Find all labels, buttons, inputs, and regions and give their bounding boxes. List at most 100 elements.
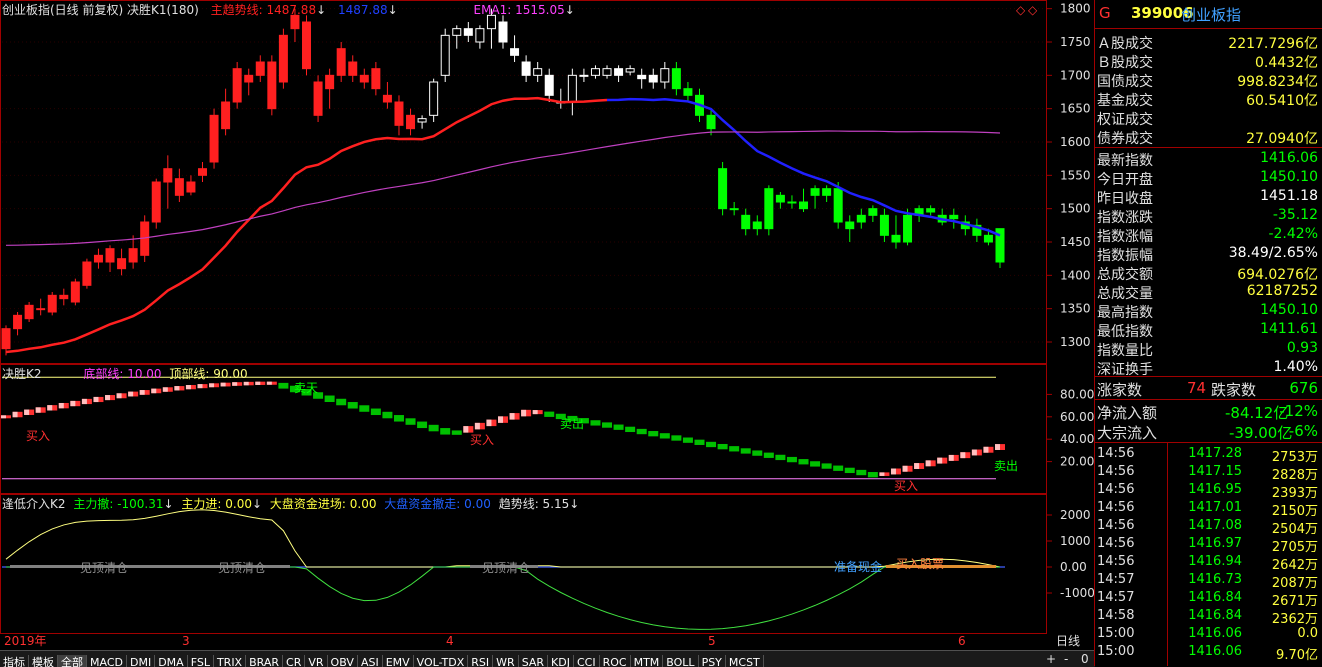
period-label[interactable]: 日线 <box>1056 634 1080 648</box>
k3-title: 逢低介入K2 <box>2 497 66 511</box>
candle-body <box>567 74 577 103</box>
tab-fsl[interactable]: FSL <box>188 655 214 667</box>
quote-value: 1411.61 <box>1260 321 1318 337</box>
quote-row: 债券成交 27.0940亿 <box>1095 127 1322 147</box>
tick-price: 1417.08 <box>1188 518 1242 533</box>
candle-body <box>475 28 485 43</box>
k2-bar-highlight <box>47 405 53 411</box>
tab-kdj[interactable]: KDJ <box>548 655 574 667</box>
k2-bar <box>740 448 751 454</box>
tab-sar[interactable]: SAR <box>519 655 549 667</box>
breadth-row: 涨家数 74 跌家数 676 <box>1095 378 1322 399</box>
tab-asi[interactable]: ASI <box>358 655 383 667</box>
candle-body <box>394 101 404 126</box>
candle-body <box>741 214 751 230</box>
quote-value: 2217.7296亿 <box>1228 36 1318 52</box>
quote-value: 0.93 <box>1286 340 1318 356</box>
x-axis-month-3: 3 <box>182 634 190 648</box>
candle-body <box>325 74 335 90</box>
zoom-out-button[interactable]: - <box>1064 652 1068 666</box>
y-tick-label: 1300 <box>1060 335 1091 349</box>
k2-bar <box>324 395 335 403</box>
k2-bar <box>752 450 763 456</box>
tab-trix[interactable]: TRIX <box>214 655 247 667</box>
k2-bar-highlight <box>890 468 896 475</box>
quote-label: 最低指数 <box>1097 324 1153 340</box>
k2-bar-highlight <box>24 409 30 415</box>
divider <box>1095 399 1322 400</box>
candle-body <box>660 68 670 83</box>
tab-macd[interactable]: MACD <box>87 655 127 667</box>
tab-dma[interactable]: DMA <box>155 655 188 667</box>
candle-body <box>117 258 127 270</box>
tab-vol-tdx[interactable]: VOL-TDX <box>414 655 469 667</box>
k2-bar-highlight <box>521 409 527 417</box>
tab-cci[interactable]: CCI <box>574 655 600 667</box>
quote-value: 1450.10 <box>1260 302 1318 318</box>
tab-brar[interactable]: BRAR <box>246 655 284 667</box>
diamond-icon[interactable]: ◇ <box>1028 3 1037 17</box>
candle-body <box>452 28 462 36</box>
quote-value: -2.42% <box>1268 226 1318 242</box>
tab-mcst[interactable]: MCST <box>726 655 764 667</box>
k2-bar-highlight <box>232 382 238 386</box>
k2-bar <box>867 472 878 478</box>
candle-body <box>775 194 785 203</box>
chart-canvas[interactable]: 1800 1750 1700 1650 1600 1550 1500 1450 1400 1350… <box>0 0 1095 650</box>
quote-value: 694.0276亿 <box>1237 267 1318 283</box>
k2-bar <box>821 463 832 469</box>
tab-emv[interactable]: EMV <box>383 655 414 667</box>
quote-row: Ａ股成交 2217.7296亿 <box>1095 32 1322 52</box>
k2-marker: 卖出 <box>560 417 584 431</box>
x-axis-month-5: 5 <box>708 634 716 648</box>
diamond-icon[interactable]: ◇ <box>1016 3 1025 17</box>
quote-row: 昨日收盘 1451.18 <box>1095 187 1322 207</box>
candle-body <box>926 208 936 213</box>
tab-boll[interactable]: BOLL <box>663 655 699 667</box>
quote-row: 最高指数 1450.10 <box>1095 301 1322 321</box>
tab-dmi[interactable]: DMI <box>127 655 156 667</box>
tab-roc[interactable]: ROC <box>600 655 631 667</box>
k2-bar-highlight <box>948 454 954 461</box>
tick-price: 1416.06 <box>1188 626 1242 641</box>
candle-body <box>174 178 184 196</box>
main-chart-header: 创业板指(日线 前复权) 决胜K1(180) 主趋势线: 1487.88↓ 14… <box>2 3 575 17</box>
candle-body <box>221 101 231 130</box>
main-sell-line <box>6 566 1000 630</box>
reset-button[interactable]: 0 <box>1081 652 1089 666</box>
quote-value: 1450.10 <box>1260 169 1318 185</box>
tab-mtm[interactable]: MTM <box>631 655 664 667</box>
y-tick-label: 1600 <box>1060 135 1091 149</box>
tab-wr[interactable]: WR <box>493 655 519 667</box>
tab-rsi[interactable]: RSI <box>468 655 494 667</box>
tab-psy[interactable]: PSY <box>699 655 726 667</box>
k2-bar <box>763 452 774 458</box>
tab-全部[interactable]: 全部 <box>58 655 87 667</box>
tick-time: 14:56 <box>1097 536 1135 551</box>
candle-body <box>267 61 277 110</box>
quote-label: 国债成交 <box>1097 74 1153 90</box>
candle-body <box>82 261 92 286</box>
candle-body <box>93 254 103 263</box>
k2-header: 决胜K2 底部线: 10.00 顶部线: 90.00 <box>2 367 248 381</box>
k2-bar-highlight <box>486 419 492 427</box>
candle-body <box>429 81 439 116</box>
tab-vr[interactable]: VR <box>305 655 328 667</box>
tab-cr[interactable]: CR <box>283 655 306 667</box>
k3-trend: 趋势线: 5.15 <box>498 497 570 511</box>
tick-price: 1416.84 <box>1188 590 1242 605</box>
candle-body <box>498 21 508 43</box>
tab-obv[interactable]: OBV <box>328 655 358 667</box>
k2-bottom-label: 底部线: 10.00 <box>83 367 162 381</box>
block-inflow-value: -39.00亿 <box>1229 424 1293 442</box>
k2-bar-highlight <box>174 386 180 391</box>
candle-body <box>197 168 207 176</box>
zoom-in-button[interactable]: + <box>1046 652 1056 666</box>
tab-模板[interactable]: 模板 <box>29 655 58 667</box>
tick-price: 1416.06 <box>1188 644 1242 659</box>
tick-time: 14:56 <box>1097 464 1135 479</box>
tick-row: 14:58 1416.84 2362万 <box>1095 607 1322 627</box>
indicator-tab-bar: 指标 模板 全部 MACD DMI DMA FSL TRIX BRAR CR VR OBV ASI EMV… <box>0 650 1042 667</box>
tab-指标[interactable]: 指标 <box>0 655 29 667</box>
candle-body <box>787 201 797 204</box>
